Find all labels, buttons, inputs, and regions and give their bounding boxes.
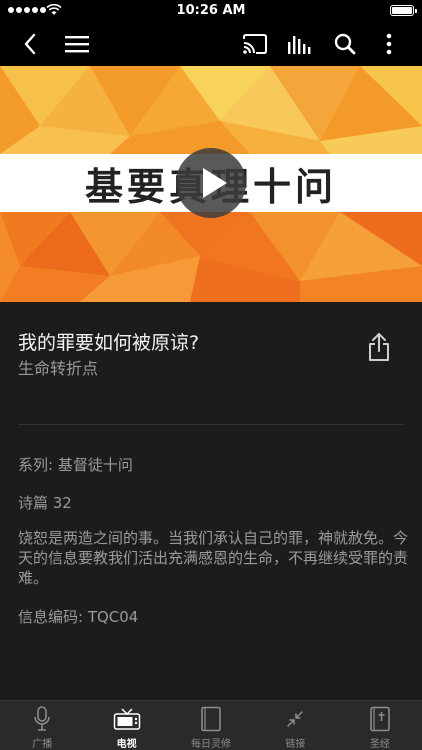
menu-icon [65,36,89,53]
cast-icon [243,34,267,54]
tab-label: 每日灵修 [191,739,232,750]
bible-icon [370,706,390,732]
video-player[interactable]: 基要真理十问 [0,66,422,302]
clock: 10:26 AM [176,3,246,18]
navigation-bar [0,22,422,66]
tab-label: 广播 [32,739,53,750]
battery-icon [390,5,417,16]
tv-icon [113,708,140,730]
scripture-reference: 诗篇 32 [18,494,72,512]
tab-radio[interactable]: 广播 [0,701,84,750]
back-button[interactable] [14,28,46,60]
search-button[interactable] [329,28,361,60]
series-label: 系列: 基督徒十问 [18,456,133,474]
tab-label: 电视 [116,739,137,750]
tab-links[interactable]: 链接 [253,701,337,750]
play-button[interactable] [176,148,246,218]
share-button[interactable] [366,332,392,362]
search-icon [334,33,356,55]
status-bar: 10:26 AM [0,0,422,22]
book-icon [201,706,221,732]
episode-details: 我的罪要如何被原谅? 生命转折点 系列: 基督徒十问 诗篇 32 饶恕是两造之间… [0,302,422,700]
audio-button[interactable] [283,28,315,60]
tab-devotional[interactable]: 每日灵修 [169,701,253,750]
microphone-icon [34,706,50,731]
tab-bar: 广播 电视 每日灵修 链接 圣经 [0,700,422,750]
share-icon [369,333,389,361]
tab-tv[interactable]: 电视 [84,701,168,750]
more-button[interactable] [373,28,405,60]
more-icon [386,33,392,55]
program-name: 生命转折点 [18,359,99,378]
link-icon [287,711,304,727]
audio-bars-icon [288,36,311,54]
menu-button[interactable] [61,28,93,60]
episode-title: 我的罪要如何被原谅? [18,332,200,354]
tab-label: 链接 [285,739,306,750]
episode-description: 饶恕是两造之间的事。当我们承认自己的罪，神就赦免。今天的信息要教我们活出充满感恩… [18,529,409,587]
back-icon [24,33,36,55]
cast-button[interactable] [239,28,271,60]
message-code: 信息编码: TQC04 [18,608,139,626]
tab-label: 圣经 [369,739,390,750]
divider [18,424,404,425]
tab-bible[interactable]: 圣经 [338,701,422,750]
